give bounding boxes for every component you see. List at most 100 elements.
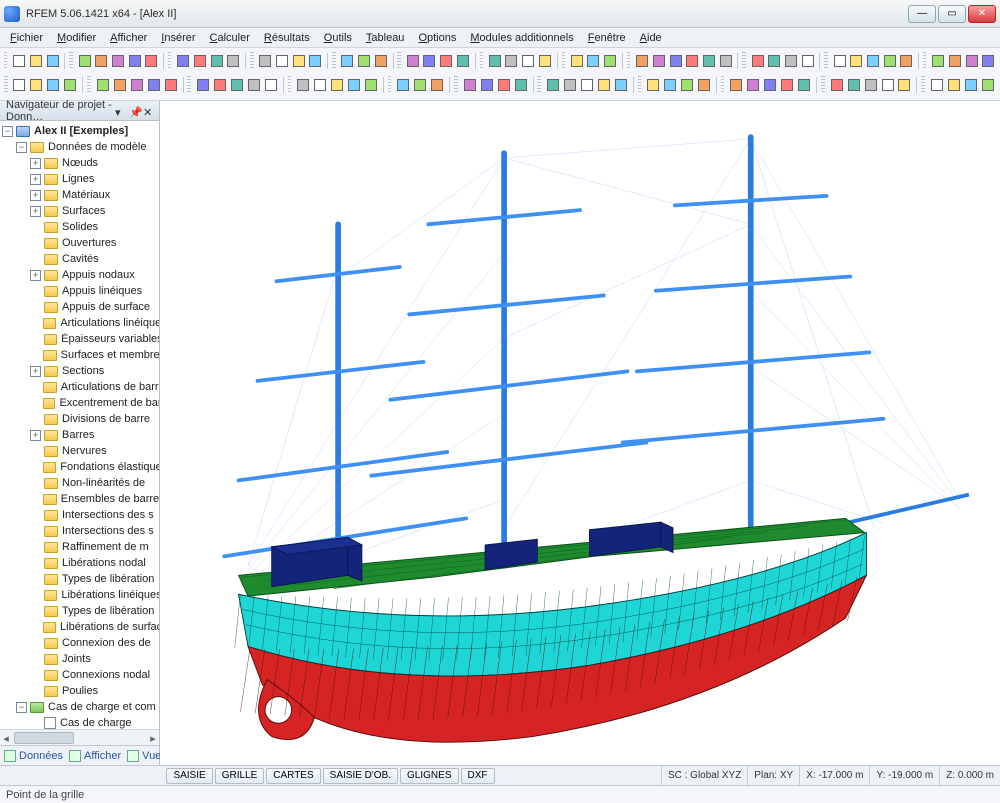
tree-row[interactable]: Libérations linéiques <box>2 587 159 603</box>
toolbar-button[interactable] <box>929 76 945 94</box>
toolbar-button[interactable] <box>863 76 879 94</box>
tree-row[interactable]: −Cas de charge et com <box>2 699 159 715</box>
toolbar-handle[interactable] <box>562 52 565 70</box>
tree-row[interactable]: +Appuis nodaux <box>2 267 159 283</box>
toolbar-button[interactable] <box>479 76 495 94</box>
tree-row[interactable]: Intersections des s <box>2 507 159 523</box>
tree-row[interactable]: Connexions nodal <box>2 667 159 683</box>
toolbar-button[interactable] <box>880 76 896 94</box>
toolbar-button[interactable] <box>195 76 211 94</box>
menu-modifier[interactable]: Modifier <box>51 31 102 45</box>
toolbar-button[interactable] <box>209 52 225 70</box>
toggle-saisie-d-ob-[interactable]: SAISIE D'OB. <box>323 768 398 784</box>
toolbar-button[interactable] <box>346 76 362 94</box>
toolbar-button[interactable] <box>545 76 561 94</box>
toolbar-button[interactable] <box>882 52 898 70</box>
tree-row[interactable]: Types de libération <box>2 603 159 619</box>
toolbar-button[interactable] <box>645 76 661 94</box>
menu-afficher[interactable]: Afficher <box>104 31 153 45</box>
menu-insérer[interactable]: Insérer <box>155 31 201 45</box>
tree-horizontal-scrollbar[interactable]: ◂ ▸ <box>0 729 159 745</box>
toolbar-handle[interactable] <box>69 52 72 70</box>
tree-row[interactable]: Articulations linéiques <box>2 315 159 331</box>
toolbar-handle[interactable] <box>627 52 630 70</box>
scroll-left-arrow-icon[interactable]: ◂ <box>0 731 12 745</box>
toolbar-button[interactable] <box>679 76 695 94</box>
toolbar-button[interactable] <box>930 52 946 70</box>
toolbar-button[interactable] <box>462 76 478 94</box>
toolbar-button[interactable] <box>62 76 78 94</box>
toolbar-button[interactable] <box>405 52 421 70</box>
toolbar-button[interactable] <box>865 52 881 70</box>
toolbar-button[interactable] <box>569 52 585 70</box>
toolbar-button[interactable] <box>602 52 618 70</box>
navigator-tab-afficher[interactable]: Afficher <box>69 750 121 762</box>
toggle-glignes[interactable]: GLIGNES <box>400 768 458 784</box>
menu-aide[interactable]: Aide <box>634 31 668 45</box>
toolbar-button[interactable] <box>258 52 274 70</box>
3d-viewport[interactable] <box>160 101 1000 765</box>
toolbar-button[interactable] <box>634 52 650 70</box>
tree-row[interactable]: Poulies <box>2 683 159 699</box>
toolbar-button[interactable] <box>946 76 962 94</box>
toolbar-button[interactable] <box>373 52 389 70</box>
menu-tableau[interactable]: Tableau <box>360 31 411 45</box>
toolbar-handle[interactable] <box>454 76 458 94</box>
toolbar-button[interactable] <box>129 76 145 94</box>
toolbar-button[interactable] <box>766 52 782 70</box>
toolbar-button[interactable] <box>848 52 864 70</box>
toolbar-handle[interactable] <box>250 52 253 70</box>
toolbar-button[interactable] <box>718 52 734 70</box>
tree-row[interactable]: +Sections <box>2 363 159 379</box>
toolbar-button[interactable] <box>144 52 160 70</box>
tree-row[interactable]: +Matériaux <box>2 187 159 203</box>
toolbar-button[interactable] <box>28 52 44 70</box>
toolbar-button[interactable] <box>163 76 179 94</box>
toolbar-handle[interactable] <box>4 76 8 94</box>
expand-icon[interactable]: + <box>30 430 41 441</box>
toolbar-button[interactable] <box>829 76 845 94</box>
toolbar-button[interactable] <box>537 52 553 70</box>
toolbar-button[interactable] <box>745 76 761 94</box>
navigator-close-icon[interactable]: ✕ <box>143 106 153 116</box>
tree-row[interactable]: −Alex II [Exemples] <box>2 123 159 139</box>
toolbar-button[interactable] <box>246 76 262 94</box>
toolbar-button[interactable] <box>579 76 595 94</box>
toolbar-button[interactable] <box>651 52 667 70</box>
toolbar-button[interactable] <box>897 76 913 94</box>
toolbar-button[interactable] <box>487 52 503 70</box>
tree-row[interactable]: Ensembles de barres <box>2 491 159 507</box>
navigator-pin-icon[interactable]: 📌 <box>129 106 139 116</box>
tree-row[interactable]: Cavités <box>2 251 159 267</box>
tree-row[interactable]: +Nœuds <box>2 155 159 171</box>
window-minimize-button[interactable]: — <box>908 5 936 23</box>
tree-row[interactable]: Connexion des de <box>2 635 159 651</box>
toolbar-handle[interactable] <box>388 76 392 94</box>
toolbar-button[interactable] <box>110 52 126 70</box>
expand-icon[interactable]: + <box>30 158 41 169</box>
toolbar-button[interactable] <box>395 76 411 94</box>
tree-row[interactable]: Joints <box>2 651 159 667</box>
toolbar-button[interactable] <box>684 52 700 70</box>
toolbar-button[interactable] <box>329 76 345 94</box>
window-maximize-button[interactable]: ▭ <box>938 5 966 23</box>
tree-row[interactable]: Solides <box>2 219 159 235</box>
model-tree[interactable]: −Alex II [Exemples]−Données de modèle+Nœ… <box>0 121 159 729</box>
tree-row[interactable]: Types de libération <box>2 571 159 587</box>
toolbar-button[interactable] <box>846 76 862 94</box>
toolbar-button[interactable] <box>668 52 684 70</box>
toolbar-handle[interactable] <box>4 52 7 70</box>
toolbar-button[interactable] <box>520 52 536 70</box>
toolbar-button[interactable] <box>696 76 712 94</box>
toolbar-button[interactable] <box>422 52 438 70</box>
toolbar-button[interactable] <box>263 76 279 94</box>
toolbar-button[interactable] <box>596 76 612 94</box>
toolbar-handle[interactable] <box>923 52 926 70</box>
toolbar-button[interactable] <box>438 52 454 70</box>
toolbar-handle[interactable] <box>921 76 925 94</box>
toolbar-button[interactable] <box>455 52 471 70</box>
toolbar-handle[interactable] <box>721 76 725 94</box>
toolbar-button[interactable] <box>192 52 208 70</box>
tree-row[interactable]: Nervures <box>2 443 159 459</box>
toolbar-button[interactable] <box>796 76 812 94</box>
